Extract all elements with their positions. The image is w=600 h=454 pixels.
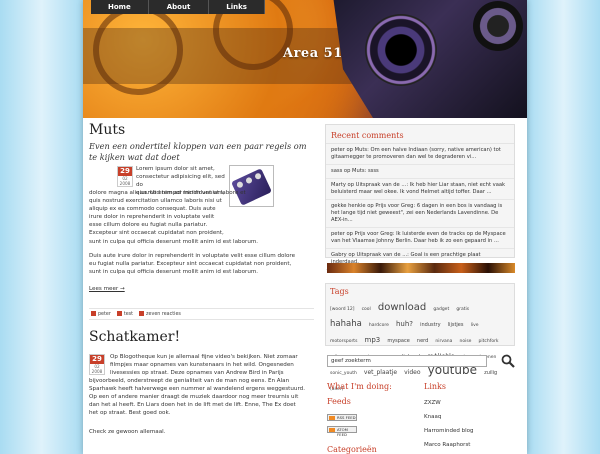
post-text-line: het op straat. Best goed ook. — [89, 410, 171, 417]
tag-link[interactable]: vet_plaatje — [364, 369, 397, 376]
post-text-line: eu fugiat nulla pariatur. Excepteur sint… — [89, 261, 292, 268]
post-text-line: sunt in culpa qui officia deserunt molli… — [89, 269, 259, 276]
tag-link[interactable]: gadget — [433, 307, 449, 312]
check-all-text[interactable]: Check ze gewoon allemaal. — [89, 428, 166, 436]
tag-link[interactable]: download — [378, 302, 426, 313]
post-text-line: aliquip ex ea commodo consequat. Duis au… — [89, 206, 216, 213]
post-text-line: quis nostrud exercitation ullamco labori… — [89, 198, 222, 205]
post-title[interactable]: Muts — [89, 122, 125, 138]
tags-box: Tags [woord 12] cool download gadget gra… — [325, 283, 515, 392]
post-author: peter — [98, 312, 111, 317]
post-date: 29 02 2008 — [117, 166, 133, 187]
tag-link[interactable]: mp3 — [365, 336, 381, 344]
search-input[interactable]: geef zoekterm — [327, 355, 487, 367]
rss-feed-button[interactable]: RSS FEED — [327, 414, 357, 421]
tag-link[interactable]: hahaha — [330, 319, 362, 329]
comment-item[interactable]: gekke henkie op Prijs voor Greg: 6 dagen… — [326, 200, 514, 228]
tag-link[interactable]: pitchfork — [479, 339, 499, 344]
tag-link[interactable]: noise — [459, 339, 471, 344]
link-item[interactable]: ZXZW — [424, 400, 441, 406]
tag-link[interactable]: sonic_youth — [330, 371, 357, 376]
tag-link[interactable]: industry — [420, 322, 440, 328]
search-icon[interactable] — [501, 353, 515, 368]
post-subtitle: Even een ondertitel kloppen van een paar… — [89, 141, 307, 162]
post-text-line: Op een of andere manier draagt de muziek… — [89, 394, 299, 401]
comment-item[interactable]: Marty op Uitspraak van de ...: Ik heb hi… — [326, 179, 514, 200]
post-text-line: sunt in culpa qui officia deserunt molli… — [89, 238, 259, 245]
doing-title: What I'm doing: — [327, 382, 392, 391]
tag-link[interactable]: huh? — [396, 320, 413, 328]
nav-home[interactable]: Home — [91, 0, 149, 14]
background-left — [0, 0, 83, 454]
tag-link[interactable]: [woord 12] — [330, 307, 354, 312]
camera-image — [333, 0, 527, 118]
post-title[interactable]: Schatkamer! — [89, 329, 180, 345]
post-comments-link: zeven reacties — [146, 312, 181, 317]
nav-about[interactable]: About — [149, 0, 210, 14]
tag-link[interactable]: nirvana — [435, 339, 452, 344]
background-right — [527, 0, 600, 454]
comment-icon — [139, 311, 145, 316]
post-text-line: irure dolor in reprehenderit in voluptat… — [89, 214, 215, 221]
link-item[interactable]: Marco Raaphorst — [424, 442, 470, 448]
tag-link[interactable]: cool — [362, 307, 371, 312]
recent-comments-title: Recent comments — [326, 125, 514, 144]
user-icon — [91, 311, 96, 316]
tag-link[interactable]: gratis — [456, 307, 469, 312]
atom-feed-button[interactable]: ATOM FEED — [327, 426, 357, 437]
post-text-line: bijvoorbeeld, onderstreept de genialitei… — [89, 378, 290, 384]
tag-link[interactable]: motorsports — [330, 339, 357, 344]
post-text-line: Sparhawk heeft halverwege een nummer al … — [89, 386, 305, 393]
nav-links[interactable]: Links — [209, 0, 265, 14]
post-text-line: filmpjes maar opnames van kunstenaars in… — [110, 362, 294, 369]
post-text-line: consectetur adipisicing elit, sed do — [136, 174, 225, 189]
folder-icon — [116, 311, 122, 316]
site-title[interactable]: Area 51 — [283, 46, 343, 61]
tag-link[interactable]: zuilig — [484, 370, 497, 376]
post-category: test — [123, 312, 134, 317]
reel-graphic — [93, 5, 183, 95]
tags-title: Tags — [330, 287, 349, 296]
post-text-line: esse cillum dolore eu fugiat nulla paria… — [89, 222, 208, 229]
top-nav: Home About Links — [91, 0, 265, 14]
tag-link[interactable]: live — [471, 323, 479, 328]
tag-link[interactable]: hardcore — [369, 323, 389, 328]
tag-link[interactable]: video — [404, 369, 420, 376]
categories-title: Categorieën — [327, 445, 377, 454]
post-text-line: Lorem ipsum dolor sit amet, — [136, 166, 215, 172]
decorative-strip — [327, 263, 515, 273]
tag-link[interactable]: nerd — [417, 338, 428, 344]
post-text-line: Excepteur sint occaecat cupidatat non pr… — [89, 230, 224, 237]
recent-comments-box: Recent comments peter op Muts: Om een ha… — [325, 124, 515, 270]
comment-item[interactable]: peter op Prijs voor Greg: Ik luisterde e… — [326, 228, 514, 249]
post-text-line: Duis aute irure dolor in reprehenderit i… — [89, 253, 296, 259]
post-text-line: dolore magna aliqua. Ut enim ad minim ve… — [89, 190, 225, 196]
feeds-title: Feeds — [327, 397, 351, 406]
post-date: 29 02 2008 — [89, 354, 105, 375]
post-text-line: Op Blogotheque kun je allemaal fijne vid… — [110, 354, 298, 360]
post-text-line: dan het al heeft. En Liars doen het in d… — [89, 402, 296, 409]
tag-link[interactable]: myspace — [387, 338, 410, 344]
links-title: Links — [424, 382, 446, 391]
page: Area 51 Home About Links Muts Even een o… — [83, 0, 527, 454]
header-banner: Area 51 Home About Links — [83, 0, 527, 118]
comment-item[interactable]: peter op Muts: Om een halve Indiaan (sor… — [326, 144, 514, 165]
comment-item[interactable]: sass op Muts: ssss — [326, 165, 514, 179]
post-meta: peter test zeven reacties — [89, 308, 314, 320]
read-more-link[interactable]: Lees meer → — [89, 285, 125, 293]
link-item[interactable]: Knaaq — [424, 414, 441, 420]
link-item[interactable]: Harrominded blog — [424, 428, 474, 434]
tag-link[interactable]: lijstjes — [448, 322, 464, 328]
